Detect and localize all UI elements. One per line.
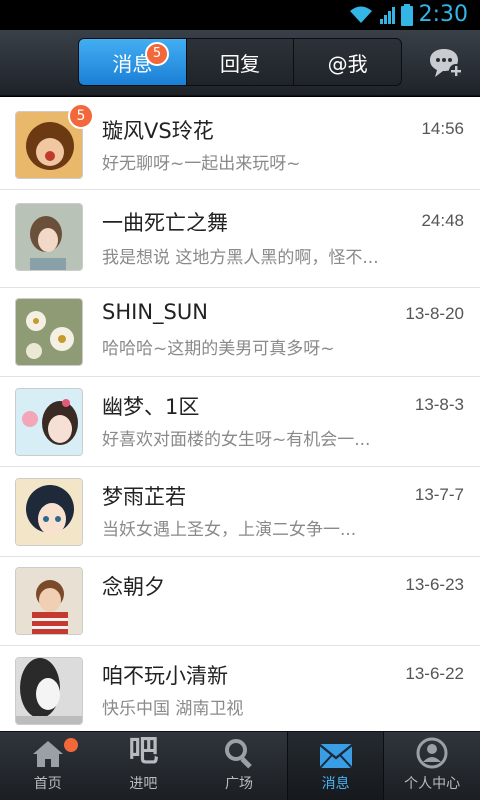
nav-forums[interactable]: 吧 进吧 — [96, 732, 192, 800]
ba-glyph-icon: 吧 — [128, 734, 159, 769]
nav-square-label: 广场 — [224, 776, 253, 792]
status-bar: 2:30 — [0, 0, 480, 30]
nav-profile-label: 个人中心 — [404, 776, 461, 792]
conversation-row[interactable]: 念朝夕 13-6-23 — [0, 557, 480, 646]
conversation-row[interactable]: SHIN_SUN 13-8-20 哈哈哈~这期的美男可真多呀~ — [0, 288, 480, 377]
home-notification-dot — [64, 738, 78, 752]
tab-messages-badge: 5 — [145, 42, 169, 66]
tab-mentions-label: @我 — [327, 51, 368, 76]
message-preview: 好喜欢对面楼的女生呀~有机会一... — [102, 430, 371, 450]
message-tabs: 消息 5 回复 @我 — [78, 38, 402, 86]
nav-square[interactable]: 广场 — [191, 732, 287, 800]
conversation-row[interactable]: 梦雨芷若 13-7-7 当妖女遇上圣女，上演二女争一... — [0, 467, 480, 557]
chat-bubble-plus-icon — [430, 49, 463, 78]
message-preview: 我是想说 这地方黑人黑的啊，怪不... — [102, 248, 379, 268]
status-time: 2:30 — [418, 2, 468, 27]
avatar — [15, 567, 83, 635]
message-time: 13-8-20 — [405, 304, 464, 323]
wifi-icon — [349, 6, 372, 23]
message-preview: 哈哈哈~这期的美男可真多呀~ — [102, 339, 335, 359]
contact-name: 幽梦、1区 — [102, 395, 200, 419]
contact-name: 念朝夕 — [102, 575, 165, 599]
unread-badge: 5 — [68, 103, 94, 129]
tab-replies-label: 回复 — [220, 51, 260, 76]
bottom-nav: 首页 吧 进吧 广场 消息 个人中心 — [0, 731, 480, 800]
tab-mentions[interactable]: @我 — [294, 39, 401, 85]
contact-name: SHIN_SUN — [102, 300, 208, 324]
tab-messages[interactable]: 消息 5 — [79, 39, 187, 85]
message-preview: 好无聊呀~一起出来玩呀~ — [102, 154, 301, 174]
conversation-row[interactable]: 幽梦、1区 13-8-3 好喜欢对面楼的女生呀~有机会一... — [0, 377, 480, 467]
avatar — [15, 203, 83, 271]
contact-name: 梦雨芷若 — [102, 485, 186, 509]
message-preview: 当妖女遇上圣女，上演二女争一... — [102, 520, 357, 540]
message-time: 24:48 — [421, 211, 464, 230]
avatar — [15, 298, 83, 366]
avatar — [15, 388, 83, 456]
message-time: 13-8-3 — [414, 395, 464, 414]
conversation-list: 5 璇风VS玲花 14:56 好无聊呀~一起出来玩呀~ 一曲死亡之舞 24:48… — [0, 97, 480, 731]
battery-icon — [400, 4, 413, 26]
user-icon — [416, 737, 448, 769]
home-icon — [32, 741, 63, 767]
nav-home[interactable]: 首页 — [0, 732, 96, 800]
nav-home-label: 首页 — [33, 776, 62, 792]
message-preview: 快乐中国 湖南卫视 — [102, 699, 244, 719]
message-time: 14:56 — [421, 119, 464, 138]
message-time: 13-7-7 — [414, 485, 464, 504]
tab-replies[interactable]: 回复 — [187, 39, 295, 85]
contact-name: 咱不玩小清新 — [102, 664, 228, 688]
contact-name: 璇风VS玲花 — [102, 119, 214, 143]
conversation-row[interactable]: 咱不玩小清新 13-6-22 快乐中国 湖南卫视 — [0, 646, 480, 731]
avatar — [15, 657, 83, 725]
signal-icon — [379, 7, 395, 24]
new-chat-button[interactable] — [428, 46, 464, 80]
nav-messages-label: 消息 — [321, 776, 350, 792]
envelope-icon — [318, 744, 353, 769]
message-time: 13-6-22 — [405, 664, 464, 683]
nav-messages[interactable]: 消息 — [286, 732, 385, 800]
nav-profile[interactable]: 个人中心 — [384, 732, 480, 800]
conversation-row[interactable]: 一曲死亡之舞 24:48 我是想说 这地方黑人黑的啊，怪不... — [0, 190, 480, 288]
message-time: 13-6-23 — [405, 575, 464, 594]
header-bar: 消息 5 回复 @我 — [0, 30, 480, 96]
nav-forums-label: 进吧 — [129, 776, 158, 792]
avatar — [15, 478, 83, 546]
search-icon — [224, 739, 252, 769]
contact-name: 一曲死亡之舞 — [102, 211, 228, 235]
conversation-row[interactable]: 5 璇风VS玲花 14:56 好无聊呀~一起出来玩呀~ — [0, 97, 480, 190]
